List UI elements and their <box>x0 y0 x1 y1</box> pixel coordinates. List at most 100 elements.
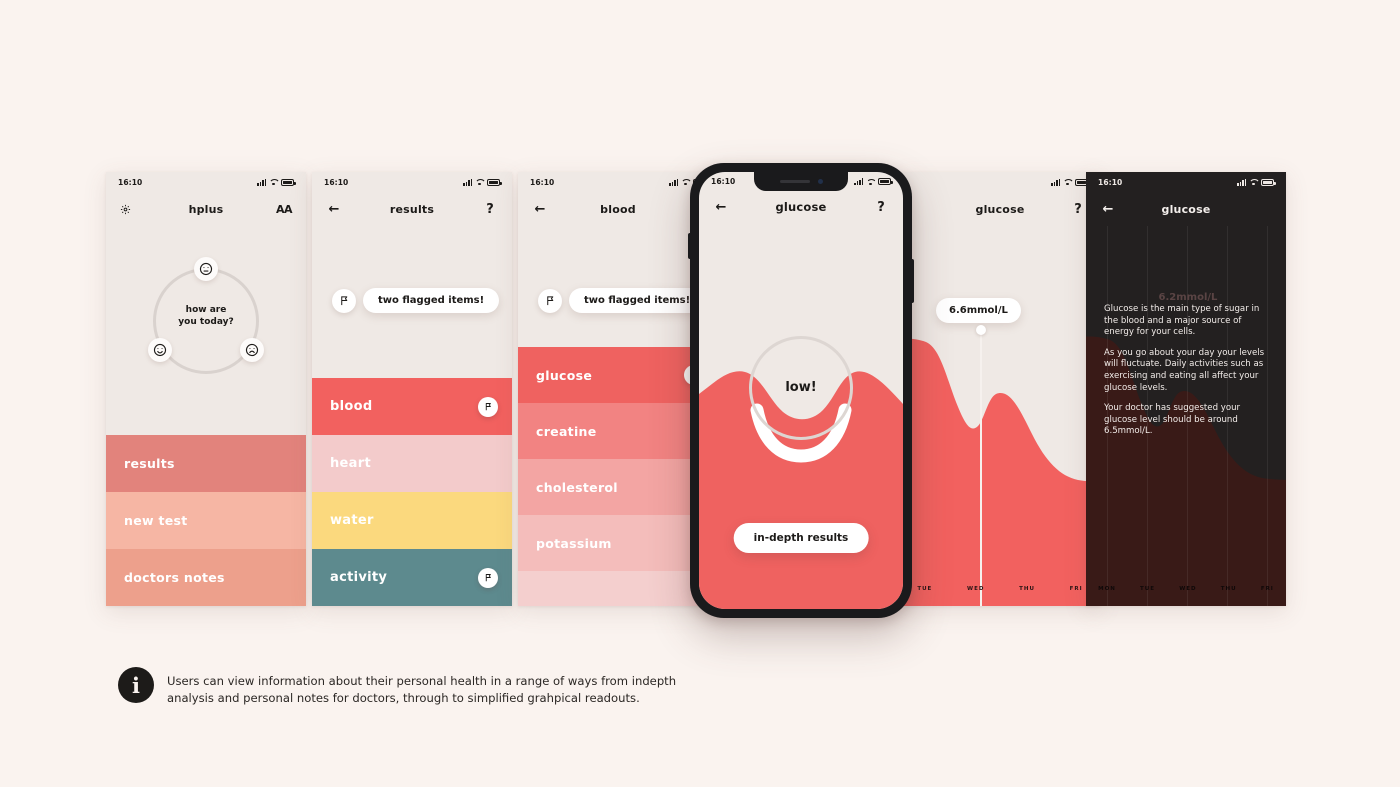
marker-label: glucose <box>536 367 593 383</box>
neutral-face-icon[interactable] <box>194 257 218 281</box>
value-pill: 6.6mmol/L <box>936 298 1021 323</box>
marker-cholesterol[interactable]: cholesterol <box>518 459 718 515</box>
wifi-icon <box>1063 179 1072 186</box>
page-title: hplus <box>188 202 224 216</box>
category-heart[interactable]: heart <box>312 435 512 492</box>
info-paragraph: Your doctor has suggested your glucose l… <box>1104 403 1241 437</box>
chart-day-axis: MON TUE WED THU FRI <box>1086 586 1286 592</box>
marker-glucose[interactable]: glucose <box>518 347 718 403</box>
blood-marker-list: glucose creatine cholesterol potassium <box>518 347 718 606</box>
front-camera-icon <box>817 179 823 184</box>
hero-phone: 16:10 ← glucose ? low! in-depth results <box>688 163 914 618</box>
status-bar: 16:10 <box>518 172 718 192</box>
flagged-toast[interactable]: two flagged items! <box>518 288 718 313</box>
earpiece-speaker <box>779 179 810 184</box>
status-bar <box>900 172 1100 192</box>
mood-selector: how are you today? <box>106 226 306 416</box>
phone-notch <box>754 172 848 191</box>
chart-svg <box>900 338 1100 606</box>
mood-question: how are you today? <box>106 304 306 328</box>
axis-tick: WED <box>967 586 985 592</box>
wifi-icon <box>475 179 484 186</box>
status-time: 16:10 <box>1098 177 1123 187</box>
flag-icon <box>538 288 562 313</box>
marker-next[interactable] <box>518 571 718 606</box>
marker-creatine[interactable]: creatine <box>518 403 718 459</box>
wifi-icon <box>1249 179 1258 186</box>
help-icon[interactable]: ? <box>1070 203 1086 216</box>
battery-icon <box>487 178 502 186</box>
marker-potassium[interactable]: potassium <box>518 515 718 571</box>
menu-item-results[interactable]: results <box>106 435 306 492</box>
axis-tick: TUE <box>917 586 933 592</box>
in-depth-results-button[interactable]: in-depth results <box>733 523 869 553</box>
glucose-value: 6.2mmol/L <box>1158 292 1218 303</box>
status-time: 16:10 <box>324 177 349 187</box>
flag-icon[interactable] <box>478 567 498 588</box>
info-paragraph: As you go about your day your levels wil… <box>1104 347 1265 393</box>
nav-bar-home: hplus AA <box>106 192 306 226</box>
page-title: glucose <box>1161 202 1211 216</box>
caption-text: Users can view information about their p… <box>167 674 677 705</box>
text-size-icon[interactable]: AA <box>276 204 293 215</box>
info-icon: i <box>118 667 154 703</box>
menu-item-new-test[interactable]: new test <box>106 492 306 549</box>
battery-icon <box>1261 178 1276 186</box>
marker-label: cholesterol <box>536 479 618 495</box>
category-label: blood <box>330 399 373 414</box>
mood-question-line1: how are <box>185 305 227 315</box>
help-icon[interactable]: ? <box>482 203 498 216</box>
category-water[interactable]: water <box>312 492 512 549</box>
home-menu: results new test doctors notes <box>106 435 306 606</box>
category-blood[interactable]: blood <box>312 378 512 435</box>
toast-label: two flagged items! <box>363 288 500 313</box>
menu-item-label: doctors notes <box>124 570 225 585</box>
signal-bars-icon <box>257 178 266 186</box>
gear-icon[interactable] <box>120 204 136 215</box>
marker-label: potassium <box>536 535 612 551</box>
page-title: blood <box>600 202 636 216</box>
axis-tick: FRI <box>1069 586 1083 592</box>
marker-label: creatine <box>536 423 597 439</box>
flag-icon[interactable] <box>478 396 498 417</box>
status-icons <box>463 178 502 186</box>
back-arrow-icon[interactable]: ← <box>1100 203 1116 216</box>
menu-item-doctors-notes[interactable]: doctors notes <box>106 549 306 606</box>
sad-face-icon[interactable] <box>240 338 264 362</box>
signal-bars-icon <box>669 178 678 186</box>
nav-bar-results: ← results ? <box>312 192 512 226</box>
status-icons <box>1237 178 1276 186</box>
nav-bar-glucose-info: ← glucose ? <box>1086 192 1286 226</box>
info-paragraph: Glucose is the main type of sugar in the… <box>1104 304 1260 338</box>
value-dot <box>975 325 986 335</box>
wifi-icon <box>269 179 278 186</box>
page-title: results <box>389 202 435 216</box>
axis-tick: THU <box>1019 586 1035 592</box>
status-time: 16:10 <box>530 177 555 187</box>
category-label: activity <box>330 570 388 585</box>
back-arrow-icon[interactable]: ← <box>326 203 342 216</box>
category-label: water <box>330 513 374 528</box>
axis-tick: THU <box>1220 586 1237 592</box>
axis-tick: WED <box>1179 586 1197 592</box>
poster-stage: 16:10 hplus AA how are you today? result… <box>0 0 1400 787</box>
glucose-area-chart: 6.6mmol/L TUE WED THU FRI <box>900 226 1100 606</box>
status-bar: 16:10 <box>312 172 512 192</box>
flag-icon <box>332 288 356 313</box>
flagged-toast[interactable]: two flagged items! <box>312 288 512 313</box>
toast-label: two flagged items! <box>569 288 706 313</box>
glucose-info-copy: 6.2mmol/L Glucose is the main type of su… <box>1104 292 1272 447</box>
back-arrow-icon[interactable]: ← <box>532 203 548 216</box>
results-category-list: blood heart water activity <box>312 378 512 606</box>
page-title: glucose <box>975 202 1025 216</box>
happy-face-icon[interactable] <box>148 338 172 362</box>
screen-results: 16:10 ← results ? two flagged items! blo… <box>312 172 512 606</box>
category-activity[interactable]: activity <box>312 549 512 606</box>
screen-home: 16:10 hplus AA how are you today? result… <box>106 172 306 606</box>
status-bar: 16:10 <box>1086 172 1286 192</box>
status-time: 16:10 <box>118 177 143 187</box>
mood-question-line2: you today? <box>178 317 234 327</box>
signal-bars-icon <box>1051 178 1060 186</box>
chart-day-axis: TUE WED THU FRI <box>900 586 1100 592</box>
wifi-icon <box>681 179 690 186</box>
